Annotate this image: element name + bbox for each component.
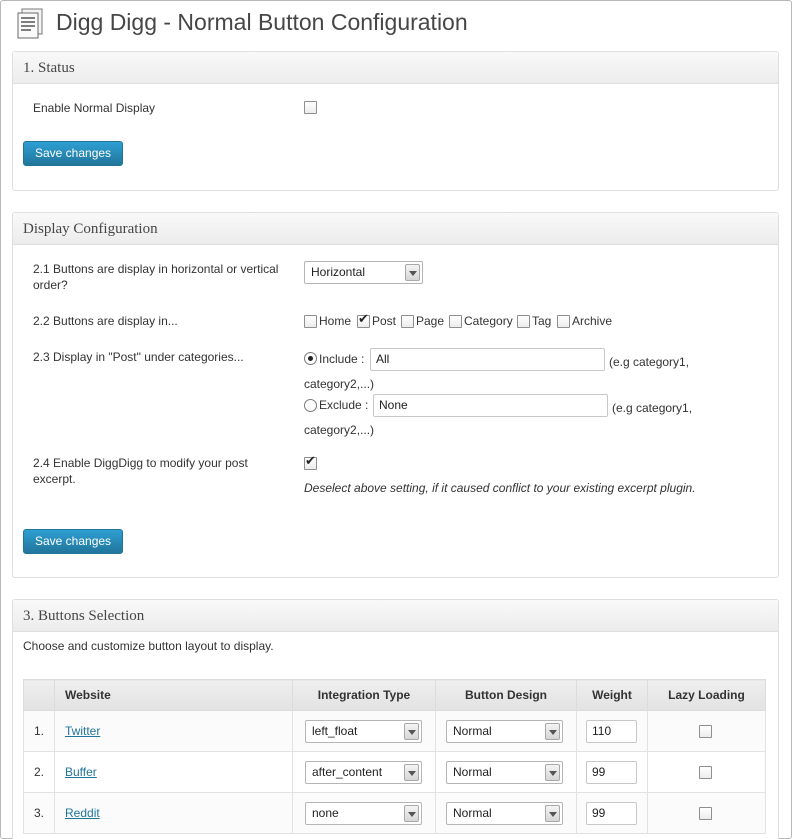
integration-type-select[interactable]: left_float — [305, 720, 422, 743]
display-post-checkbox[interactable] — [357, 312, 370, 328]
table-row: 3. Reddit none Normal 99 — [23, 792, 766, 834]
buttons-table: Website Integration Type Button Design W… — [23, 679, 766, 834]
table-header-row: Website Integration Type Button Design W… — [23, 679, 766, 711]
buttons-selection-panel: 3. Buttons Selection Choose and customiz… — [12, 599, 779, 839]
display-post-label: Post — [372, 314, 397, 328]
display-panel-title: Display Configuration — [13, 213, 778, 245]
column-header-design: Button Design — [435, 679, 577, 711]
website-link-reddit[interactable]: Reddit — [65, 806, 100, 820]
chevron-down-icon — [404, 805, 419, 822]
column-header-lazy-loading: Lazy Loading — [647, 679, 766, 711]
enable-normal-display-label: Enable Normal Display — [33, 101, 156, 115]
column-header-number — [23, 679, 55, 711]
display-home-label: Home — [319, 314, 352, 328]
display-tag-label: Tag — [532, 314, 552, 328]
display-in-label: 2.2 Buttons are display in... — [33, 314, 178, 328]
weight-input[interactable]: 99 — [586, 802, 637, 825]
table-row: 2. Buffer after_content Normal 99 — [23, 751, 766, 793]
website-link-buffer[interactable]: Buffer — [65, 765, 97, 779]
display-category-label: Category — [464, 314, 513, 328]
integration-type-select[interactable]: none — [305, 802, 422, 825]
chevron-down-icon — [404, 723, 419, 740]
integration-type-value: left_float — [312, 724, 358, 738]
button-design-select[interactable]: Normal — [446, 802, 563, 825]
display-archive-label: Archive — [572, 314, 613, 328]
orientation-select-value: Horizontal — [311, 265, 366, 279]
button-design-value: Normal — [453, 724, 492, 738]
status-panel-title: 1. Status — [13, 52, 778, 84]
chevron-down-icon — [405, 264, 420, 281]
button-design-select[interactable]: Normal — [446, 720, 563, 743]
website-link-twitter[interactable]: Twitter — [65, 724, 100, 738]
chevron-down-icon — [545, 805, 560, 822]
modify-excerpt-label: 2.4 Enable DiggDigg to modify your post … — [33, 456, 248, 486]
row-number: 2. — [23, 751, 55, 793]
lazy-loading-checkbox[interactable] — [699, 766, 712, 779]
table-row: 1. Twitter left_float Normal 110 — [23, 710, 766, 752]
column-header-integration: Integration Type — [292, 679, 436, 711]
page-title: Digg Digg - Normal Button Configuration — [56, 9, 468, 35]
button-design-value: Normal — [453, 806, 492, 820]
orientation-label: 2.1 Buttons are display in horizontal or… — [33, 262, 279, 292]
selection-intro: Choose and customize button layout to di… — [23, 639, 274, 653]
display-tag-checkbox[interactable] — [517, 315, 530, 328]
exclude-hint: (e.g category1, category2,...) — [304, 401, 693, 437]
display-archive-checkbox[interactable] — [557, 315, 570, 328]
post-categories-label: 2.3 Display in "Post" under categories..… — [33, 350, 244, 364]
chevron-down-icon — [545, 764, 560, 781]
display-save-button[interactable]: Save changes — [23, 529, 124, 554]
chevron-down-icon — [545, 723, 560, 740]
lazy-loading-checkbox[interactable] — [699, 807, 712, 820]
integration-type-value: none — [312, 806, 339, 820]
lazy-loading-checkbox[interactable] — [699, 725, 712, 738]
enable-normal-display-checkbox[interactable] — [304, 101, 317, 114]
status-panel: 1. Status Enable Normal Display Save cha… — [12, 51, 779, 191]
button-design-value: Normal — [453, 765, 492, 779]
integration-type-value: after_content — [312, 765, 383, 779]
display-home-checkbox[interactable] — [304, 315, 317, 328]
column-header-weight: Weight — [576, 679, 648, 711]
orientation-select[interactable]: Horizontal — [304, 261, 423, 284]
weight-input[interactable]: 110 — [586, 720, 637, 743]
display-page-label: Page — [416, 314, 445, 328]
chevron-down-icon — [404, 764, 419, 781]
display-page-checkbox[interactable] — [401, 315, 414, 328]
display-configuration-panel: Display Configuration 2.1 Buttons are di… — [12, 212, 779, 578]
selection-panel-title: 3. Buttons Selection — [13, 600, 778, 632]
row-number: 3. — [23, 792, 55, 834]
modify-excerpt-note: Deselect above setting, if it caused con… — [304, 481, 696, 495]
weight-input[interactable]: 99 — [586, 761, 637, 784]
include-hint: (e.g category1, category2,...) — [304, 355, 690, 391]
status-save-button[interactable]: Save changes — [23, 141, 124, 166]
row-number: 1. — [23, 710, 55, 752]
button-design-select[interactable]: Normal — [446, 761, 563, 784]
display-category-checkbox[interactable] — [449, 315, 462, 328]
integration-type-select[interactable]: after_content — [305, 761, 422, 784]
modify-excerpt-checkbox[interactable] — [304, 454, 317, 470]
document-pages-icon — [14, 8, 46, 40]
column-header-website: Website — [54, 679, 293, 711]
